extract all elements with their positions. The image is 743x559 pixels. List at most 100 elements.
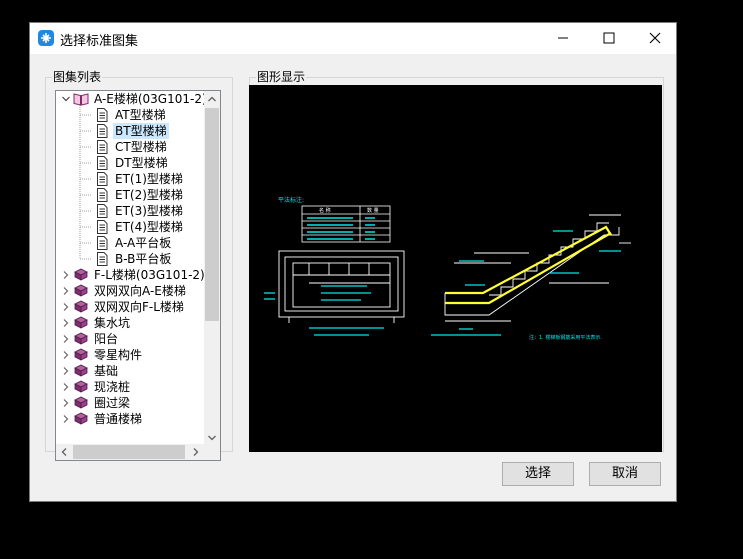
chevron-right-icon[interactable] — [61, 299, 71, 315]
tree-leaf-item[interactable]: DT型楼梯 — [82, 155, 206, 171]
chevron-right-icon[interactable] — [61, 411, 71, 427]
document-icon — [97, 124, 108, 138]
tree-folder-item[interactable]: 集水坑 — [61, 315, 206, 331]
book-icon — [74, 284, 88, 297]
tree-folder-item[interactable]: 基础 — [61, 363, 206, 379]
tree-folder-item[interactable]: 双网双向F-L楼梯 — [61, 299, 206, 315]
document-icon — [97, 156, 108, 170]
book-icon — [74, 348, 88, 361]
plan-label: 平法标注: — [278, 196, 304, 204]
plan-annotations — [264, 285, 384, 336]
chevron-right-icon[interactable] — [61, 347, 71, 363]
scroll-up-icon[interactable] — [204, 91, 220, 107]
drawing-note: 注：1. 楼梯板钢筋采用平法表示. — [529, 334, 602, 341]
tree-folder-item[interactable]: F-L楼梯(03G101-2) — [61, 267, 206, 283]
chevron-right-icon[interactable] — [61, 395, 71, 411]
tree-item-label: CT型楼梯 — [115, 140, 167, 154]
stair-drawing: 平法标注: 名 称 数 量 注：1. 楼梯板钢筋采用平法表示. — [264, 196, 631, 341]
tree-folder-item[interactable]: 阳台 — [61, 331, 206, 347]
book-icon — [74, 332, 88, 345]
tree-item-label: AT型楼梯 — [115, 108, 166, 122]
chevron-right-icon[interactable] — [61, 315, 71, 331]
tree-leaf-item[interactable]: ET(2)型楼梯 — [82, 187, 206, 203]
close-button[interactable] — [632, 23, 678, 54]
minimize-icon — [558, 37, 568, 39]
tree-leaf-item[interactable]: ET(4)型楼梯 — [82, 219, 206, 235]
vertical-scroll-thumb[interactable] — [205, 108, 219, 321]
table-header-qty: 数 量 — [367, 207, 379, 214]
document-icon — [97, 140, 108, 154]
tree-item-label: 零星构件 — [94, 348, 143, 362]
tree-item-label: 阳台 — [94, 332, 119, 346]
maximize-icon — [603, 32, 615, 44]
tree-folder-item[interactable]: 双网双向A-E楼梯 — [61, 283, 206, 299]
select-button[interactable]: 选择 — [502, 462, 574, 486]
chevron-right-icon[interactable] — [61, 331, 71, 347]
preview-label: 图形显示 — [256, 70, 307, 84]
document-icon — [97, 220, 108, 234]
document-icon — [97, 172, 108, 186]
tree-item-label: 双网双向F-L楼梯 — [94, 300, 184, 314]
book-icon — [74, 396, 88, 409]
tree-item-label: 现浇桩 — [94, 380, 131, 394]
tree-item-label: ET(3)型楼梯 — [115, 204, 183, 218]
tree-folder-item[interactable]: 零星构件 — [61, 347, 206, 363]
tree-item-label: 集水坑 — [94, 316, 131, 330]
dialog-window: 选择标准图集 图集列表 图形显示 A-E楼梯(03G101-2) AT型楼梯 BT型… — [29, 22, 677, 502]
document-icon — [97, 252, 108, 266]
chevron-right-icon[interactable] — [61, 379, 71, 395]
tree-folder-item[interactable]: 圈过梁 — [61, 395, 206, 411]
document-icon — [97, 236, 108, 250]
tree-leaf-item[interactable]: BT型楼梯 — [82, 123, 206, 139]
maximize-button[interactable] — [586, 23, 632, 54]
tree-item-label: B-B平台板 — [115, 252, 172, 266]
tree-item-label: 圈过梁 — [94, 396, 131, 410]
tree-item-label: A-A平台板 — [115, 236, 172, 250]
scroll-left-icon[interactable] — [56, 444, 72, 460]
tree-vertical-scrollbar[interactable] — [204, 91, 220, 446]
tree-folder-item[interactable]: 普通楼梯 — [61, 411, 206, 427]
plan-view — [278, 250, 405, 323]
book-icon — [74, 268, 88, 281]
tree-folder-item[interactable]: A-E楼梯(03G101-2) — [61, 91, 206, 107]
tree-item-label: ET(1)型楼梯 — [115, 172, 183, 186]
tree-leaf-item[interactable]: AT型楼梯 — [82, 107, 206, 123]
tree-item-label: 普通楼梯 — [94, 412, 143, 426]
chevron-down-icon[interactable] — [61, 91, 71, 107]
document-icon — [97, 204, 108, 218]
app-icon — [38, 30, 54, 46]
atlas-tree[interactable]: A-E楼梯(03G101-2) AT型楼梯 BT型楼梯 CT型楼梯 DT型楼梯 ET(1)… — [55, 90, 221, 461]
reinforcement-line — [445, 225, 612, 305]
document-icon — [97, 188, 108, 202]
tree-folder-item[interactable]: 现浇桩 — [61, 379, 206, 395]
tree-item-label: DT型楼梯 — [115, 156, 168, 170]
tree-horizontal-scrollbar[interactable] — [56, 444, 220, 460]
close-icon — [649, 32, 661, 44]
tree-leaf-item[interactable]: A-A平台板 — [82, 235, 206, 251]
window-title: 选择标准图集 — [60, 34, 139, 49]
tree-leaf-item[interactable]: B-B平台板 — [82, 251, 206, 267]
open-book-icon — [73, 93, 89, 106]
minimize-button[interactable] — [540, 23, 586, 54]
tree-item-label: 双网双向A-E楼梯 — [94, 284, 186, 298]
section-view — [444, 214, 631, 322]
tree-leaf-item[interactable]: ET(3)型楼梯 — [82, 203, 206, 219]
chevron-right-icon[interactable] — [61, 283, 71, 299]
book-icon — [74, 380, 88, 393]
chevron-right-icon[interactable] — [61, 363, 71, 379]
table-header-name: 名 称 — [319, 207, 331, 214]
chevron-right-icon[interactable] — [61, 267, 71, 283]
atlas-list-label: 图集列表 — [52, 70, 103, 84]
scroll-right-icon[interactable] — [188, 444, 204, 460]
tree-item-label: A-E楼梯(03G101-2) — [94, 92, 206, 106]
tree-item-label: F-L楼梯(03G101-2) — [94, 268, 205, 282]
book-icon — [74, 412, 88, 425]
tree-leaf-item[interactable]: ET(1)型楼梯 — [82, 171, 206, 187]
title-bar[interactable]: 选择标准图集 — [30, 23, 676, 54]
drawing-preview-canvas: 平法标注: 名 称 数 量 注：1. 楼梯板钢筋采用平法表示. — [249, 85, 662, 452]
tree-leaf-item[interactable]: CT型楼梯 — [82, 139, 206, 155]
tree-rows: A-E楼梯(03G101-2) AT型楼梯 BT型楼梯 CT型楼梯 DT型楼梯 ET(1)… — [56, 91, 206, 446]
tree-item-label: BT型楼梯 — [113, 123, 169, 139]
horizontal-scroll-thumb[interactable] — [73, 445, 185, 459]
cancel-button[interactable]: 取消 — [589, 462, 661, 486]
